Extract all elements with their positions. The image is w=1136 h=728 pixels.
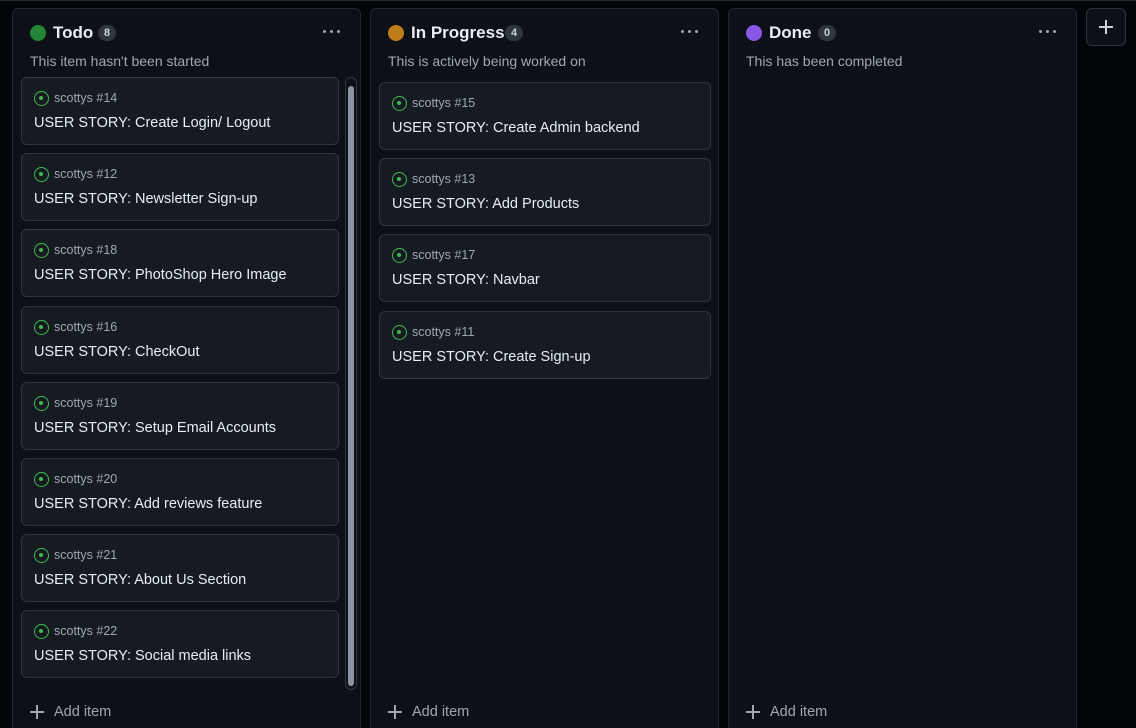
- card-reference[interactable]: scottys #20: [54, 472, 117, 486]
- card-title[interactable]: USER STORY: Newsletter Sign-up: [34, 191, 258, 207]
- issue-open-icon: [34, 395, 49, 411]
- card[interactable]: scottys #20 USER STORY: Add reviews feat…: [21, 458, 339, 526]
- kebab-menu-icon[interactable]: [680, 23, 700, 39]
- top-divider: [0, 0, 1136, 1]
- add-item-button[interactable]: Add item: [746, 703, 827, 721]
- column-description: This is actively being worked on: [388, 53, 586, 69]
- card[interactable]: scottys #16 USER STORY: CheckOut: [21, 306, 339, 374]
- issue-open-icon: [34, 623, 49, 639]
- issue-open-icon: [392, 95, 407, 111]
- card-reference[interactable]: scottys #14: [54, 91, 117, 105]
- card-meta: scottys #19: [34, 395, 117, 411]
- issue-open-icon: [34, 166, 49, 182]
- card[interactable]: scottys #12 USER STORY: Newsletter Sign-…: [21, 153, 339, 221]
- issue-open-icon: [392, 171, 407, 187]
- card-title[interactable]: USER STORY: Add reviews feature: [34, 496, 262, 512]
- scrollbar[interactable]: [345, 77, 357, 690]
- card[interactable]: scottys #14 USER STORY: Create Login/ Lo…: [21, 77, 339, 145]
- card[interactable]: scottys #15 USER STORY: Create Admin bac…: [379, 82, 711, 150]
- card-title[interactable]: USER STORY: CheckOut: [34, 344, 199, 360]
- card-reference[interactable]: scottys #11: [412, 325, 474, 339]
- add-item-label: Add item: [770, 704, 828, 720]
- column-todo: Todo 8 This item hasn't been started sco…: [12, 8, 361, 728]
- add-column-button[interactable]: [1086, 8, 1126, 46]
- column-header: Done 0 This has been completed: [729, 9, 1076, 75]
- card[interactable]: scottys #22 USER STORY: Social media lin…: [21, 610, 339, 678]
- item-count-badge: 0: [818, 25, 836, 41]
- card-title[interactable]: USER STORY: PhotoShop Hero Image: [34, 267, 287, 283]
- card[interactable]: scottys #11 USER STORY: Create Sign-up: [379, 311, 711, 379]
- issue-open-icon: [34, 319, 49, 335]
- column-title: In Progress: [411, 23, 505, 42]
- card[interactable]: scottys #19 USER STORY: Setup Email Acco…: [21, 382, 339, 450]
- add-item-label: Add item: [54, 704, 112, 720]
- issue-open-icon: [34, 471, 49, 487]
- card-meta: scottys #14: [34, 90, 117, 106]
- card-reference[interactable]: scottys #13: [412, 172, 475, 186]
- plus-icon: [30, 705, 44, 719]
- card-title[interactable]: USER STORY: Setup Email Accounts: [34, 420, 276, 436]
- card-reference[interactable]: scottys #18: [54, 243, 117, 257]
- issue-open-icon: [392, 324, 407, 340]
- card-title[interactable]: USER STORY: Social media links: [34, 648, 251, 664]
- add-item-button[interactable]: Add item: [30, 703, 111, 721]
- card-title[interactable]: USER STORY: Create Sign-up: [392, 349, 591, 365]
- card[interactable]: scottys #13 USER STORY: Add Products: [379, 158, 711, 226]
- card-title[interactable]: USER STORY: About Us Section: [34, 572, 246, 588]
- add-item-button[interactable]: Add item: [388, 703, 469, 721]
- issue-open-icon: [392, 247, 407, 263]
- card[interactable]: scottys #18 USER STORY: PhotoShop Hero I…: [21, 229, 339, 297]
- card-reference[interactable]: scottys #15: [412, 96, 475, 110]
- issue-open-icon: [34, 242, 49, 258]
- issue-open-icon: [34, 90, 49, 106]
- card-reference[interactable]: scottys #12: [54, 167, 117, 181]
- card-meta: scottys #17: [392, 247, 475, 263]
- card-title[interactable]: USER STORY: Create Admin backend: [392, 120, 640, 136]
- project-board: Todo 8 This item hasn't been started sco…: [0, 0, 1136, 728]
- card-meta: scottys #21: [34, 547, 117, 563]
- card-meta: scottys #18: [34, 242, 117, 258]
- item-count-badge: 8: [98, 25, 116, 41]
- status-dot-icon: [388, 25, 404, 41]
- column-done: Done 0 This has been completed Add item: [728, 8, 1077, 728]
- plus-icon: [388, 705, 402, 719]
- status-dot-icon: [30, 25, 46, 41]
- card-reference[interactable]: scottys #19: [54, 396, 117, 410]
- column-title: Todo: [53, 23, 94, 42]
- card[interactable]: scottys #17 USER STORY: Navbar: [379, 234, 711, 302]
- column-header: Todo 8 This item hasn't been started: [13, 9, 360, 75]
- column-in-progress: In Progress 4 This is actively being wor…: [370, 8, 719, 728]
- card-reference[interactable]: scottys #22: [54, 624, 117, 638]
- kebab-menu-icon[interactable]: [1038, 23, 1058, 39]
- card-title[interactable]: USER STORY: Add Products: [392, 196, 579, 212]
- card-meta: scottys #20: [34, 471, 117, 487]
- card[interactable]: scottys #21 USER STORY: About Us Section: [21, 534, 339, 602]
- scrollbar-thumb[interactable]: [348, 86, 354, 686]
- card-meta: scottys #16: [34, 319, 117, 335]
- card-meta: scottys #12: [34, 166, 117, 182]
- column-description: This item hasn't been started: [30, 53, 210, 69]
- card-title[interactable]: USER STORY: Navbar: [392, 272, 540, 288]
- card-reference[interactable]: scottys #21: [54, 548, 117, 562]
- issue-open-icon: [34, 547, 49, 563]
- card-reference[interactable]: scottys #17: [412, 248, 475, 262]
- card-title[interactable]: USER STORY: Create Login/ Logout: [34, 115, 270, 131]
- column-header: In Progress 4 This is actively being wor…: [371, 9, 718, 75]
- card-meta: scottys #11: [392, 324, 474, 340]
- card-reference[interactable]: scottys #16: [54, 320, 117, 334]
- status-dot-icon: [746, 25, 762, 41]
- card-meta: scottys #13: [392, 171, 475, 187]
- column-title: Done: [769, 23, 812, 42]
- column-description: This has been completed: [746, 53, 903, 69]
- plus-icon: [746, 705, 760, 719]
- item-count-badge: 4: [505, 25, 523, 41]
- card-meta: scottys #15: [392, 95, 475, 111]
- kebab-menu-icon[interactable]: [322, 23, 342, 39]
- card-meta: scottys #22: [34, 623, 117, 639]
- plus-icon: [1099, 20, 1113, 34]
- add-item-label: Add item: [412, 704, 470, 720]
